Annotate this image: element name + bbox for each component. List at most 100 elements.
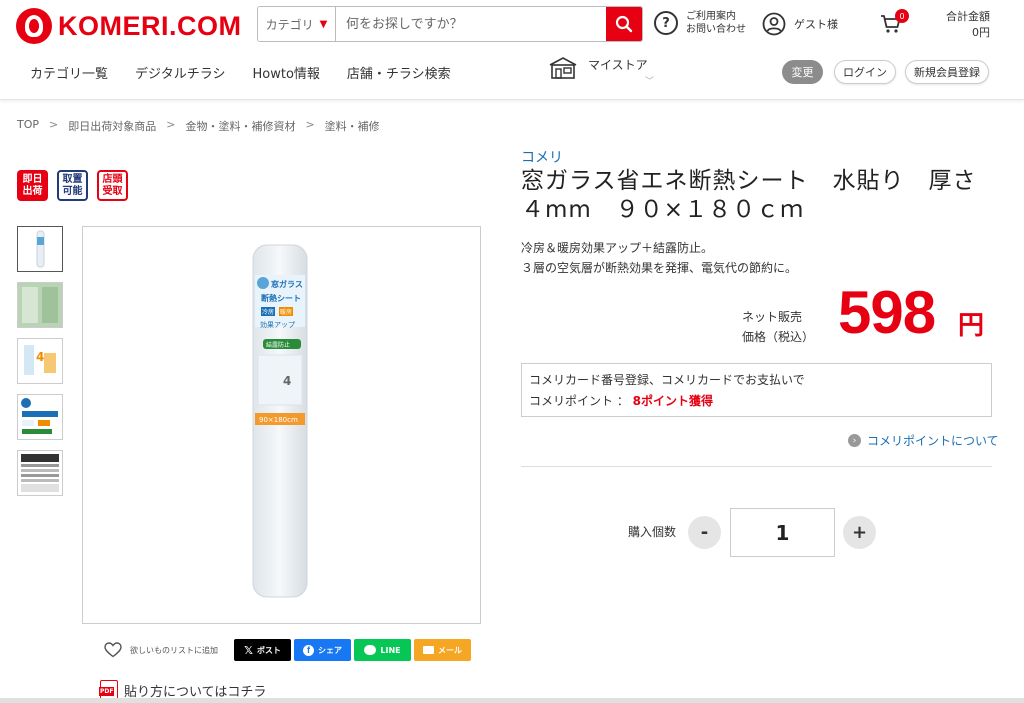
package-text: 効果アップ [260,320,295,329]
total-value: 0円 [972,26,990,39]
cart-total: 合計金額 0円 [946,9,990,41]
divider [521,466,992,467]
account-link[interactable]: ゲスト様 [762,12,838,36]
share-x-button[interactable]: 𝕏 ポスト [234,639,291,661]
chevron-right-icon: > [49,118,59,131]
user-icon [762,12,786,36]
komeri-logo-mark [16,8,52,44]
search-category-select[interactable]: カテゴリ ▼ [258,7,336,41]
breadcrumb-paint[interactable]: 塗料・補修 [325,118,380,134]
service-badges: 即日 出荷 取置 可能 店頭 受取 [17,170,128,201]
share-mail-label: メール [438,645,462,655]
breadcrumb-hardware[interactable]: 金物・塗料・補修資材 [185,118,295,134]
price-currency: 円 [958,311,985,341]
product-roll-thumb [36,230,45,268]
thumbnail-5[interactable] [17,450,63,496]
badge-line: 店頭 [102,173,123,185]
feature-diagram-thumb: 4 [18,339,62,383]
wishlist-button[interactable]: 欲しいものリストに追加 [104,642,218,658]
question-icon: ? [654,11,678,35]
thumbnail-1[interactable] [17,226,63,272]
pdf-icon-text: PDF [99,687,115,696]
price-label-line2: 価格（税込） [742,330,815,344]
site-logo[interactable]: KOMERI.COM [16,8,242,44]
quantity-increase-button[interactable]: + [843,516,876,549]
quantity-decrease-button[interactable]: - [688,516,721,549]
product-brand[interactable]: コメリ [521,147,563,167]
chevron-down-icon: ▼ [319,18,328,30]
horizontal-scrollbar[interactable] [0,698,1024,703]
price-label: ネット販売 価格（税込） [742,307,814,347]
guest-label: ゲスト様 [794,18,838,31]
badge-reservation: 取置 可能 [57,170,88,201]
search-input[interactable] [336,7,606,41]
logo-text: KOMERI.COM [58,10,242,41]
share-facebook-button[interactable]: f シェア [294,639,351,661]
desc-line2: ３層の空気層が断熱効果を発揮、電気代の節約に。 [521,261,798,275]
nav-item-howto[interactable]: Howto情報 [253,63,320,82]
svg-text:4: 4 [283,374,291,388]
login-button[interactable]: ログイン [834,60,896,84]
package-text: 冷房 [262,308,274,316]
window-scene-thumb [18,283,62,327]
package-label-thumb [18,395,62,439]
points-line1: コメリカード番号登録、コメリカードでお支払いで [529,373,805,387]
line-icon [364,645,377,655]
thumbnail-list: 4 [17,226,63,496]
chevron-down-icon: ﹀ [645,77,655,87]
points-about-label: コメリポイントについて [867,434,999,448]
chevron-right-icon: > [166,118,176,131]
badge-line: 可能 [62,185,83,197]
help-line1: ご利用案内 [686,11,736,22]
x-icon: 𝕏 [244,643,253,657]
thumbnail-3[interactable]: 4 [17,338,63,384]
product-description: 冷房＆暖房効果アップ＋結露防止。 ３層の空気層が断熱効果を発揮、電気代の節約に。 [521,238,797,278]
badge-same-day-shipping: 即日 出荷 [17,170,48,201]
share-line-label: LINE [380,645,401,655]
search-bar: カテゴリ ▼ [257,6,643,42]
points-prefix: コメリポイント ： [529,394,629,408]
badge-line: 即日 [22,173,43,185]
thumbnail-4[interactable] [17,394,63,440]
breadcrumb-top[interactable]: TOP [17,118,39,134]
badge-line: 取置 [62,173,83,185]
main-nav: カテゴリ一覧 デジタルチラシ Howto情報 店舗・チラシ検索 [30,63,451,82]
cart-count-badge: 0 [895,9,909,23]
share-line-button[interactable]: LINE [354,639,411,661]
chevron-right-circle-icon: › [848,434,861,447]
quantity-input[interactable] [730,508,835,557]
search-icon [615,15,633,33]
nav-item-store-search[interactable]: 店舗・チラシ検索 [347,63,451,82]
price-label-line1: ネット販売 [742,310,803,324]
breadcrumb: TOP > 即日出荷対象商品 > 金物・塗料・補修資材 > 塗料・補修 [17,118,380,134]
main-product-image[interactable]: 窓ガラス 断熱シート 冷房 暖房 効果アップ 結露防止 4 90×180cm [82,226,481,624]
share-mail-button[interactable]: メール [414,639,471,661]
cart-button[interactable]: 0 [880,9,909,38]
badge-store-pickup: 店頭 受取 [97,170,128,201]
spec-table-thumb [18,451,62,495]
nav-item-digital-flyer[interactable]: デジタルチラシ [135,63,225,82]
facebook-icon: f [303,644,314,656]
thumbnail-2[interactable] [17,282,63,328]
points-about-link[interactable]: › コメリポイントについて [848,432,999,449]
points-info-box: コメリカード番号登録、コメリカードでお支払いで コメリポイント ： 8ポイント獲… [521,363,992,417]
share-x-label: ポスト [256,645,281,655]
svg-text:4: 4 [36,350,44,364]
site-header: KOMERI.COM カテゴリ ▼ ? ご利用案内 お問い合わせ ゲスト様 [0,0,1024,100]
mystore-label: マイストア [588,58,648,72]
package-text: 結露防止 [266,341,290,349]
mystore-link[interactable]: マイストア ﹀ [548,56,654,87]
package-text: 暖房 [280,308,292,316]
nav-item-categories[interactable]: カテゴリ一覧 [30,63,108,82]
search-category-label: カテゴリ [265,17,314,32]
breadcrumb-same-day[interactable]: 即日出荷対象商品 [68,118,156,134]
chevron-right-icon: > [305,118,315,131]
desc-line1: 冷房＆暖房効果アップ＋結露防止。 [521,241,714,255]
change-store-button[interactable]: 変更 [782,60,823,84]
help-link[interactable]: ? ご利用案内 お問い合わせ [654,10,746,36]
package-text: 90×180cm [259,416,298,424]
points-earned: 8ポイント獲得 [632,394,714,408]
heart-icon [104,642,122,658]
register-button[interactable]: 新規会員登録 [905,60,989,84]
search-button[interactable] [606,7,642,41]
